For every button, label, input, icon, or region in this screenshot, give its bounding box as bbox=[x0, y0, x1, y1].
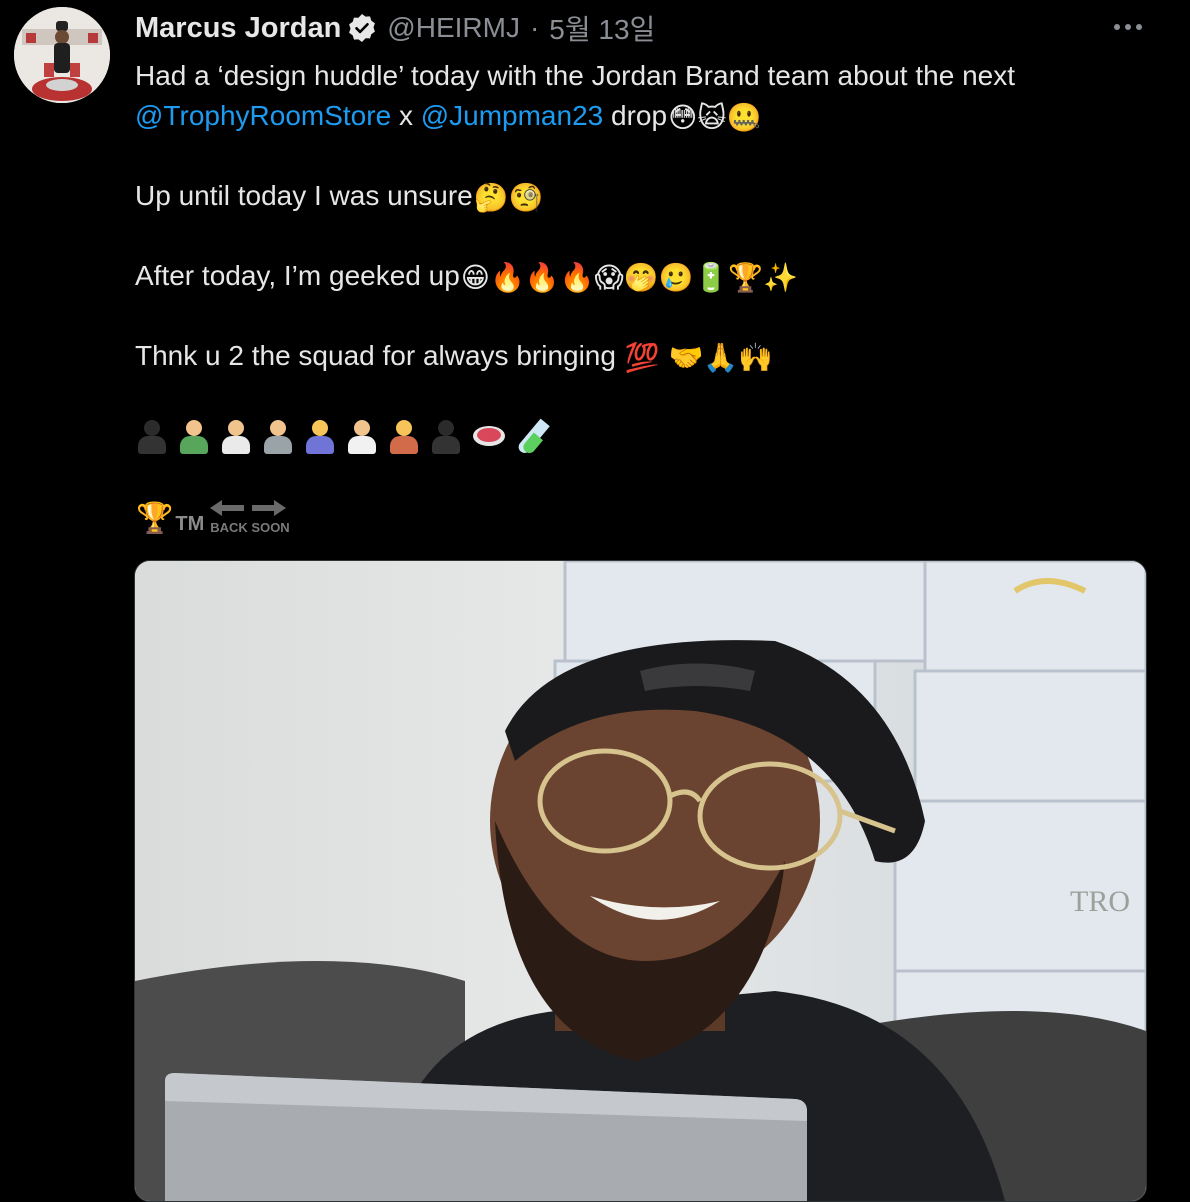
mention-trophyroomstore[interactable]: @TrophyRoomStore bbox=[135, 100, 391, 131]
header-separator: · bbox=[529, 12, 540, 43]
ninja-icon bbox=[135, 418, 169, 456]
text-x: x bbox=[398, 100, 413, 131]
text-geeked: After today, I’m geeked up bbox=[135, 260, 460, 291]
tweet-date[interactable]: 5월 13일 bbox=[549, 8, 655, 48]
avatar-image bbox=[14, 7, 110, 103]
mention-jumpman23[interactable]: @Jumpman23 bbox=[421, 100, 604, 131]
tweet-line-2: @TrophyRoomStore x @Jumpman23 drop😳🙀🤐 bbox=[135, 100, 761, 134]
tweet-line-4: After today, I’m geeked up😁🔥🔥🔥😱🤭🥲🔋🏆✨ bbox=[135, 260, 798, 294]
box-text: TRO bbox=[1070, 885, 1130, 918]
verified-badge-icon bbox=[347, 13, 377, 43]
author-avatar[interactable] bbox=[14, 7, 110, 103]
tm-mark: TM bbox=[175, 513, 205, 535]
artist-icon bbox=[177, 418, 211, 456]
author-handle[interactable]: @HEIRMJ bbox=[387, 12, 520, 44]
back-soon-label: BACK SOON bbox=[210, 520, 290, 535]
author-name[interactable]: Marcus Jordan bbox=[135, 12, 341, 45]
tweet-header: Marcus Jordan @HEIRMJ · 5월 13일 bbox=[135, 8, 655, 48]
scientist-icon bbox=[219, 418, 253, 456]
text-unsure: Up until today I was unsure bbox=[135, 180, 473, 211]
emoji-group-line-4: 😁🔥🔥🔥😱🤭🥲🔋🏆✨ bbox=[460, 261, 799, 295]
ninja-icon-2 bbox=[429, 418, 463, 456]
left-right-arrow-icon: BACK SOON bbox=[208, 496, 290, 536]
petri-dish-icon bbox=[471, 418, 507, 454]
tweet-line-1: Had a ‘design huddle’ today with the Jor… bbox=[135, 60, 1015, 91]
emoji-group-line-2: 😳🙀🤐 bbox=[668, 101, 762, 135]
emoji-group-line-3: 🤔🧐 bbox=[473, 181, 544, 215]
media-photo: TRO bbox=[135, 561, 1146, 1201]
signature-row: 🏆 TM BACK SOON bbox=[135, 496, 290, 536]
trophy-icon: 🏆 bbox=[136, 501, 174, 536]
technologist-icon bbox=[261, 418, 295, 456]
emoji-group-line-5: 💯 🤝🙏🙌 bbox=[624, 341, 774, 375]
more-dots-icon[interactable] bbox=[1106, 10, 1150, 44]
woman-technologist-icon bbox=[303, 418, 337, 456]
test-tube-icon bbox=[515, 418, 551, 456]
text-squad: Thnk u 2 the squad for always bringing bbox=[135, 340, 616, 371]
text-drop: drop bbox=[611, 100, 668, 131]
squad-emoji-row bbox=[135, 418, 551, 456]
cook-icon bbox=[345, 418, 379, 456]
tweet-media[interactable]: TRO bbox=[134, 560, 1147, 1202]
tweet-line-3: Up until today I was unsure🤔🧐 bbox=[135, 180, 543, 214]
tweet-line-5: Thnk u 2 the squad for always bringing 💯… bbox=[135, 340, 773, 374]
woman-artist-icon bbox=[387, 418, 421, 456]
